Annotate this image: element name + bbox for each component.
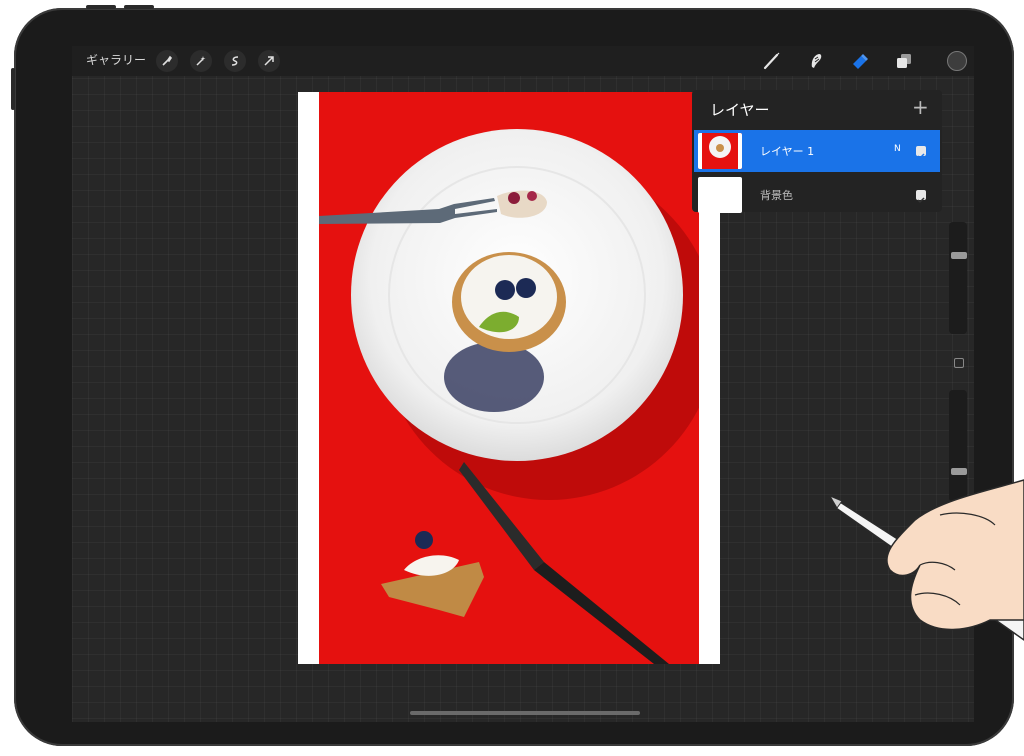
top-button (86, 5, 116, 9)
brush-size-slider-thumb[interactable] (951, 252, 967, 259)
layers-panel-title: レイヤー (710, 101, 770, 119)
layers-icon[interactable] (892, 49, 916, 73)
color-icon[interactable] (947, 51, 967, 71)
eraser-icon[interactable] (848, 49, 872, 73)
layer-thumbnail (698, 133, 742, 169)
canvas-photo (319, 92, 717, 664)
layer-thumbnail (698, 177, 742, 213)
layer-visibility-checkbox[interactable] (916, 146, 926, 160)
layer-name: 背景色 (760, 189, 793, 202)
hand-with-pencil-illustration (828, 479, 1024, 641)
brush-icon[interactable] (760, 49, 784, 73)
drawing-canvas[interactable] (298, 92, 720, 664)
gallery-button[interactable]: ギャラリー (86, 52, 146, 68)
layer-row-layer-1[interactable]: レイヤー 1 N (694, 130, 940, 172)
brush-size-slider[interactable] (949, 222, 967, 334)
top-toolbar: ギャラリー (72, 46, 974, 76)
home-indicator (410, 711, 640, 715)
transform-arrow-icon[interactable] (258, 50, 280, 72)
layer-name: レイヤー 1 (760, 145, 815, 158)
selection-icon[interactable] (224, 50, 246, 72)
layer-visibility-checkbox[interactable] (916, 190, 926, 204)
modify-button[interactable] (954, 358, 964, 368)
top-button (124, 5, 154, 9)
layer-row-background-color[interactable]: 背景色 (694, 174, 940, 216)
magic-wand-icon[interactable] (190, 50, 212, 72)
blend-mode-button[interactable]: N (894, 144, 901, 154)
wrench-icon[interactable] (156, 50, 178, 72)
add-layer-button[interactable]: + (912, 96, 929, 118)
side-button (11, 68, 15, 110)
smudge-icon[interactable] (804, 49, 828, 73)
layers-panel: レイヤー + レイヤー 1 N 背景色 (692, 90, 942, 213)
